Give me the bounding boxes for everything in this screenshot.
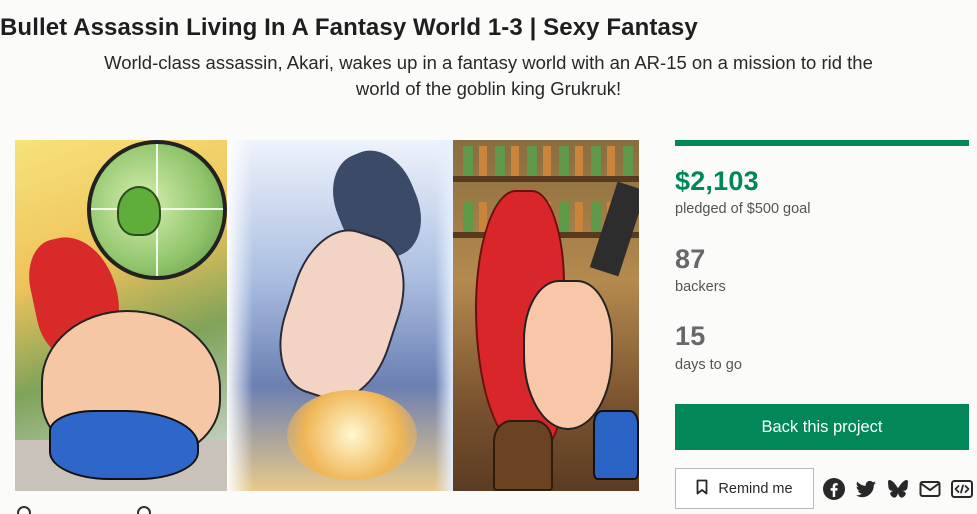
comment-icon — [17, 506, 31, 514]
project-blurb: World-class assassin, Akari, wakes up in… — [104, 52, 873, 99]
project-title: Bullet Assassin Living In A Fantasy Worl… — [0, 14, 698, 41]
email-icon[interactable] — [917, 476, 943, 502]
funding-progress-fill — [675, 140, 969, 146]
back-project-button[interactable]: Back this project — [675, 404, 969, 450]
bookmark-icon — [696, 479, 708, 499]
embed-icon[interactable] — [949, 476, 975, 502]
twitter-icon[interactable] — [853, 476, 879, 502]
below-image-icons — [15, 506, 155, 514]
remind-me-label: Remind me — [718, 480, 793, 497]
days-to-go-count: 15 — [675, 321, 706, 351]
pledged-amount: $2,103 — [675, 166, 759, 196]
goblin-figure — [117, 186, 161, 236]
backers-count: 87 — [675, 244, 706, 274]
project-hero-image[interactable] — [15, 140, 639, 491]
location-icon — [137, 506, 151, 514]
bluesky-icon[interactable] — [885, 476, 911, 502]
remind-me-button[interactable]: Remind me — [675, 468, 814, 509]
hero-panel-battle — [227, 140, 453, 491]
pledged-goal-label: pledged of $500 goal — [675, 201, 811, 217]
hero-panel-tavern — [453, 140, 639, 491]
days-to-go-label: days to go — [675, 357, 742, 373]
funding-progress-bar — [675, 140, 969, 146]
hero-panel-sniper — [15, 140, 227, 491]
backers-label: backers — [675, 279, 726, 295]
facebook-icon[interactable] — [821, 476, 847, 502]
